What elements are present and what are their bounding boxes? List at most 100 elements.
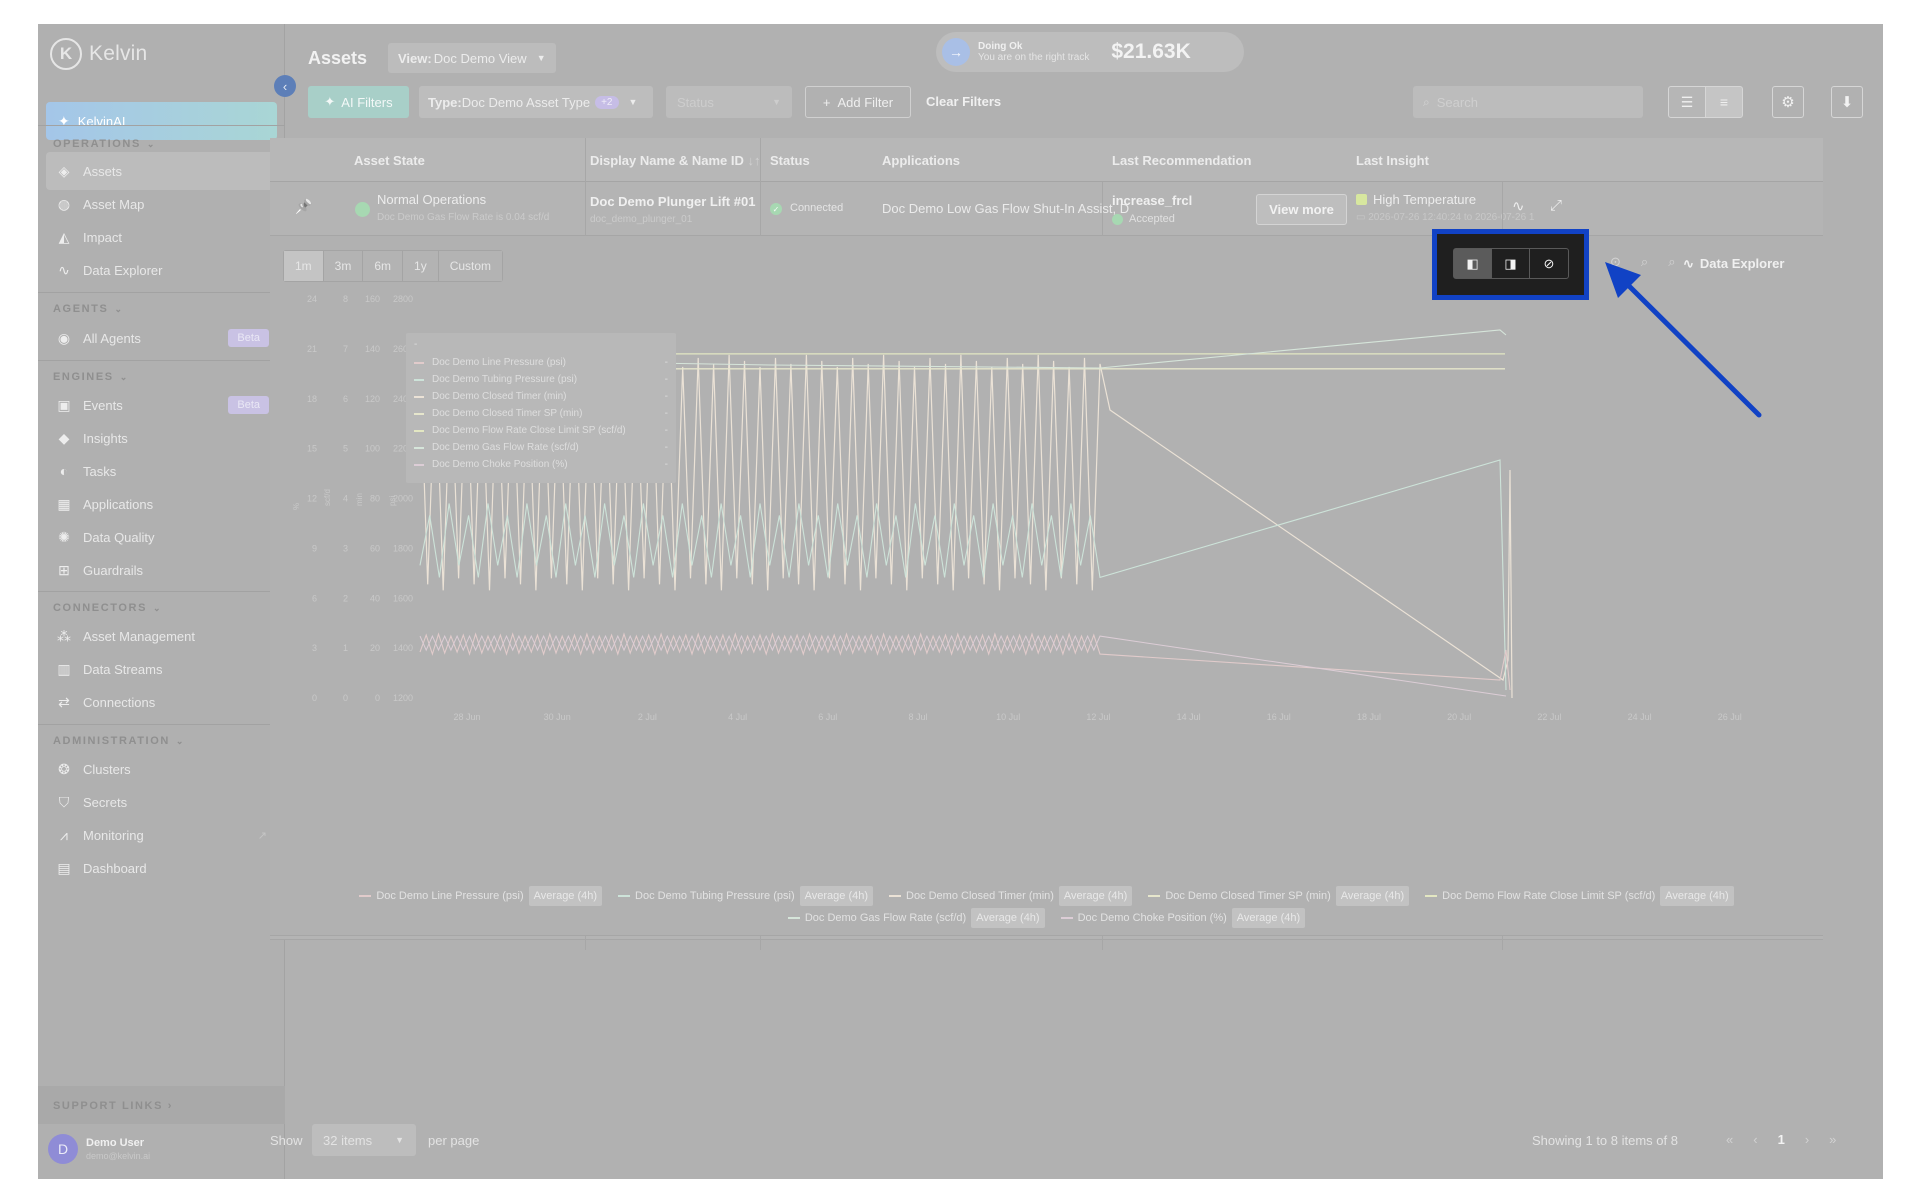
layers-icon: ◈ (58, 162, 70, 179)
compact-view-button[interactable]: ☰ (1668, 86, 1706, 118)
collapse-sidebar-button[interactable]: ‹ (274, 75, 296, 97)
column-status[interactable]: Status (770, 153, 810, 168)
prev-page-icon[interactable]: ‹ (1753, 1132, 1757, 1147)
column-last-insight[interactable]: Last Insight (1356, 153, 1429, 168)
last-insight[interactable]: High Temperature (1356, 192, 1476, 207)
expand-icon[interactable]: ⤢ (1550, 197, 1562, 214)
type-prefix: Type: (428, 94, 462, 110)
y-tick-label: 140 (365, 344, 380, 354)
tooltip-series: Doc Demo Closed Timer (min) - (414, 388, 668, 405)
tasks-icon: ◐ (59, 463, 69, 479)
search-input[interactable]: ⌕ Search (1413, 86, 1643, 118)
table-row[interactable]: 📌 Normal Operations Doc Demo Gas Flow Rate… (270, 182, 1823, 236)
clear-filters-button[interactable]: Clear Filters (926, 94, 1001, 109)
sidebar-section-administration[interactable]: ADMINISTRATION ⌄ (53, 735, 185, 747)
caret-down-icon: ▼ (395, 1135, 404, 1145)
sidebar-item-guardrails[interactable]: ⊞ Guardrails (46, 551, 277, 589)
first-page-icon[interactable]: « (1726, 1132, 1733, 1147)
legend-aggregation: Average (4h) (1058, 886, 1133, 906)
range-custom[interactable]: Custom (438, 251, 503, 281)
legend-item[interactable]: Doc Demo Gas Flow Rate (scf/d) Average (4… (787, 908, 1045, 928)
sidebar-section-engines[interactable]: ENGINES ⌄ (53, 371, 129, 383)
legend-item[interactable]: Doc Demo Flow Rate Close Limit SP (scf/d… (1425, 886, 1734, 906)
status-filter-dropdown[interactable]: Status ▼ (666, 86, 792, 118)
list-view-button[interactable]: ≡ (1705, 86, 1743, 118)
legend-item[interactable]: Doc Demo Line Pressure (psi) Average (4h) (359, 886, 603, 906)
kelvinai-button[interactable]: ✦ KelvinAI (46, 102, 277, 140)
recommendation-status-label: Accepted (1129, 213, 1175, 225)
tooltip-series: Doc Demo Flow Rate Close Limit SP (scf/d… (414, 422, 668, 439)
asset-display-name[interactable]: Doc Demo Plunger Lift #01 (590, 194, 755, 209)
logo[interactable]: K Kelvin (50, 38, 147, 70)
sidebar-section-agents[interactable]: AGENTS ⌄ (53, 303, 124, 315)
gear-icon: ⚙ (1781, 94, 1795, 111)
series-line-icon (414, 429, 424, 432)
sidebar-item-label: Guardrails (83, 562, 143, 578)
sidebar-item-all-agents[interactable]: ◉ All Agents Beta (46, 319, 277, 357)
zoom-in-icon[interactable]: ⌕ (1641, 254, 1648, 270)
next-page-icon[interactable]: › (1805, 1132, 1809, 1147)
events-icon: ▣ (57, 396, 71, 413)
chevron-down-icon: ⌄ (175, 736, 186, 746)
range-3m[interactable]: 3m (323, 251, 364, 281)
range-1m[interactable]: 1m (284, 251, 324, 281)
data-explorer-link[interactable]: ∿ Data Explorer (1683, 256, 1784, 272)
items-per-page-select[interactable]: 32 items ▼ (312, 1124, 416, 1156)
sidebar-section-title: AGENTS (53, 303, 109, 315)
column-last-recommendation[interactable]: Last Recommendation (1112, 153, 1251, 168)
support-links[interactable]: SUPPORT LINKS › (38, 1086, 285, 1124)
items-per-page-value: 32 items (323, 1132, 373, 1148)
sidebar-item-data-explorer[interactable]: ∿ Data Explorer (46, 251, 277, 289)
sidebar-section-operations[interactable]: OPERATIONS ⌄ (53, 138, 156, 150)
connections-icon: ⇄ (58, 693, 70, 710)
view-dropdown[interactable]: View: Doc Demo View ▼ (388, 43, 556, 73)
legend-aggregation: Average (4h) (799, 886, 873, 906)
sidebar-item-dashboard[interactable]: ▤ Dashboard (46, 849, 277, 887)
status-placeholder: Status (677, 94, 714, 110)
chevron-down-icon: ⌄ (153, 603, 163, 613)
user-profile[interactable]: D Demo User demo@kelvin.ai (48, 1134, 150, 1164)
range-1y[interactable]: 1y (403, 251, 439, 281)
sidebar-item-connections[interactable]: ⇄ Connections (46, 683, 277, 721)
series-choke-position (419, 634, 1507, 697)
layout-split-right-button[interactable]: ◨ (1492, 249, 1530, 278)
barrier-icon: ⊞ (58, 561, 70, 578)
legend-item[interactable]: Doc Demo Choke Position (%) Average (4h) (1060, 908, 1306, 928)
sidebar-section-connectors[interactable]: CONNECTORS ⌄ (53, 602, 162, 614)
view-more-button[interactable]: View more (1256, 194, 1347, 225)
range-6m[interactable]: 6m (363, 251, 404, 281)
y-tick-label: 1 (343, 643, 348, 653)
settings-button[interactable]: ⚙ (1772, 86, 1804, 118)
type-filter-dropdown[interactable]: Type: Doc Demo Asset Type +2 ▼ (419, 86, 653, 118)
x-tick-label: 24 Jul (1628, 712, 1652, 722)
download-button[interactable]: ⬇ (1831, 86, 1863, 118)
legend-item[interactable]: Doc Demo Tubing Pressure (psi) Average (4… (618, 886, 873, 906)
app-frame: K Kelvin ✦ KelvinAI OPERATIONS ⌄ ◈ Assets ◍ A… (38, 24, 1883, 1179)
column-asset-state[interactable]: Asset State (354, 153, 425, 168)
pin-icon[interactable]: 📌 (295, 198, 312, 215)
y-tick-label: 2 (343, 593, 348, 603)
x-tick-label: 22 Jul (1537, 712, 1561, 722)
pulse-icon[interactable]: ∿ (1512, 197, 1525, 215)
column-display-name[interactable]: Display Name & Name ID ↓↑ (590, 153, 761, 168)
ai-filters-button[interactable]: ✦ AI Filters (308, 86, 409, 118)
x-tick-label: 2 Jul (638, 712, 657, 722)
page-number[interactable]: 1 (1778, 1132, 1785, 1147)
zoom-reset-icon[interactable]: ⊙ (1610, 254, 1621, 270)
y-tick-label: 6 (312, 593, 317, 603)
add-filter-button[interactable]: + Add Filter (805, 86, 911, 118)
legend-item[interactable]: Doc Demo Closed Timer SP (min) Average (4… (1148, 886, 1410, 906)
legend-item[interactable]: Doc Demo Closed Timer (min) Average (4h) (889, 886, 1133, 906)
column-applications[interactable]: Applications (882, 153, 960, 168)
zoom-out-icon[interactable]: ⌕ (1668, 254, 1675, 270)
layout-split-left-button[interactable]: ◧ (1454, 249, 1492, 278)
layout-hide-button[interactable]: ⊘ (1530, 249, 1568, 278)
sidebar-item-label: Data Streams (83, 661, 163, 677)
last-page-icon[interactable]: » (1829, 1132, 1836, 1147)
legend-series-name: Doc Demo Line Pressure (psi) (376, 890, 524, 902)
tooltip-series-name: Doc Demo Choke Position (%) (432, 459, 568, 470)
column-divider (760, 182, 761, 236)
status-summary: → Doing Ok You are on the right track $2… (936, 32, 1244, 72)
chevron-left-icon: ‹ (282, 78, 288, 94)
y-tick-label: 7 (343, 344, 348, 354)
